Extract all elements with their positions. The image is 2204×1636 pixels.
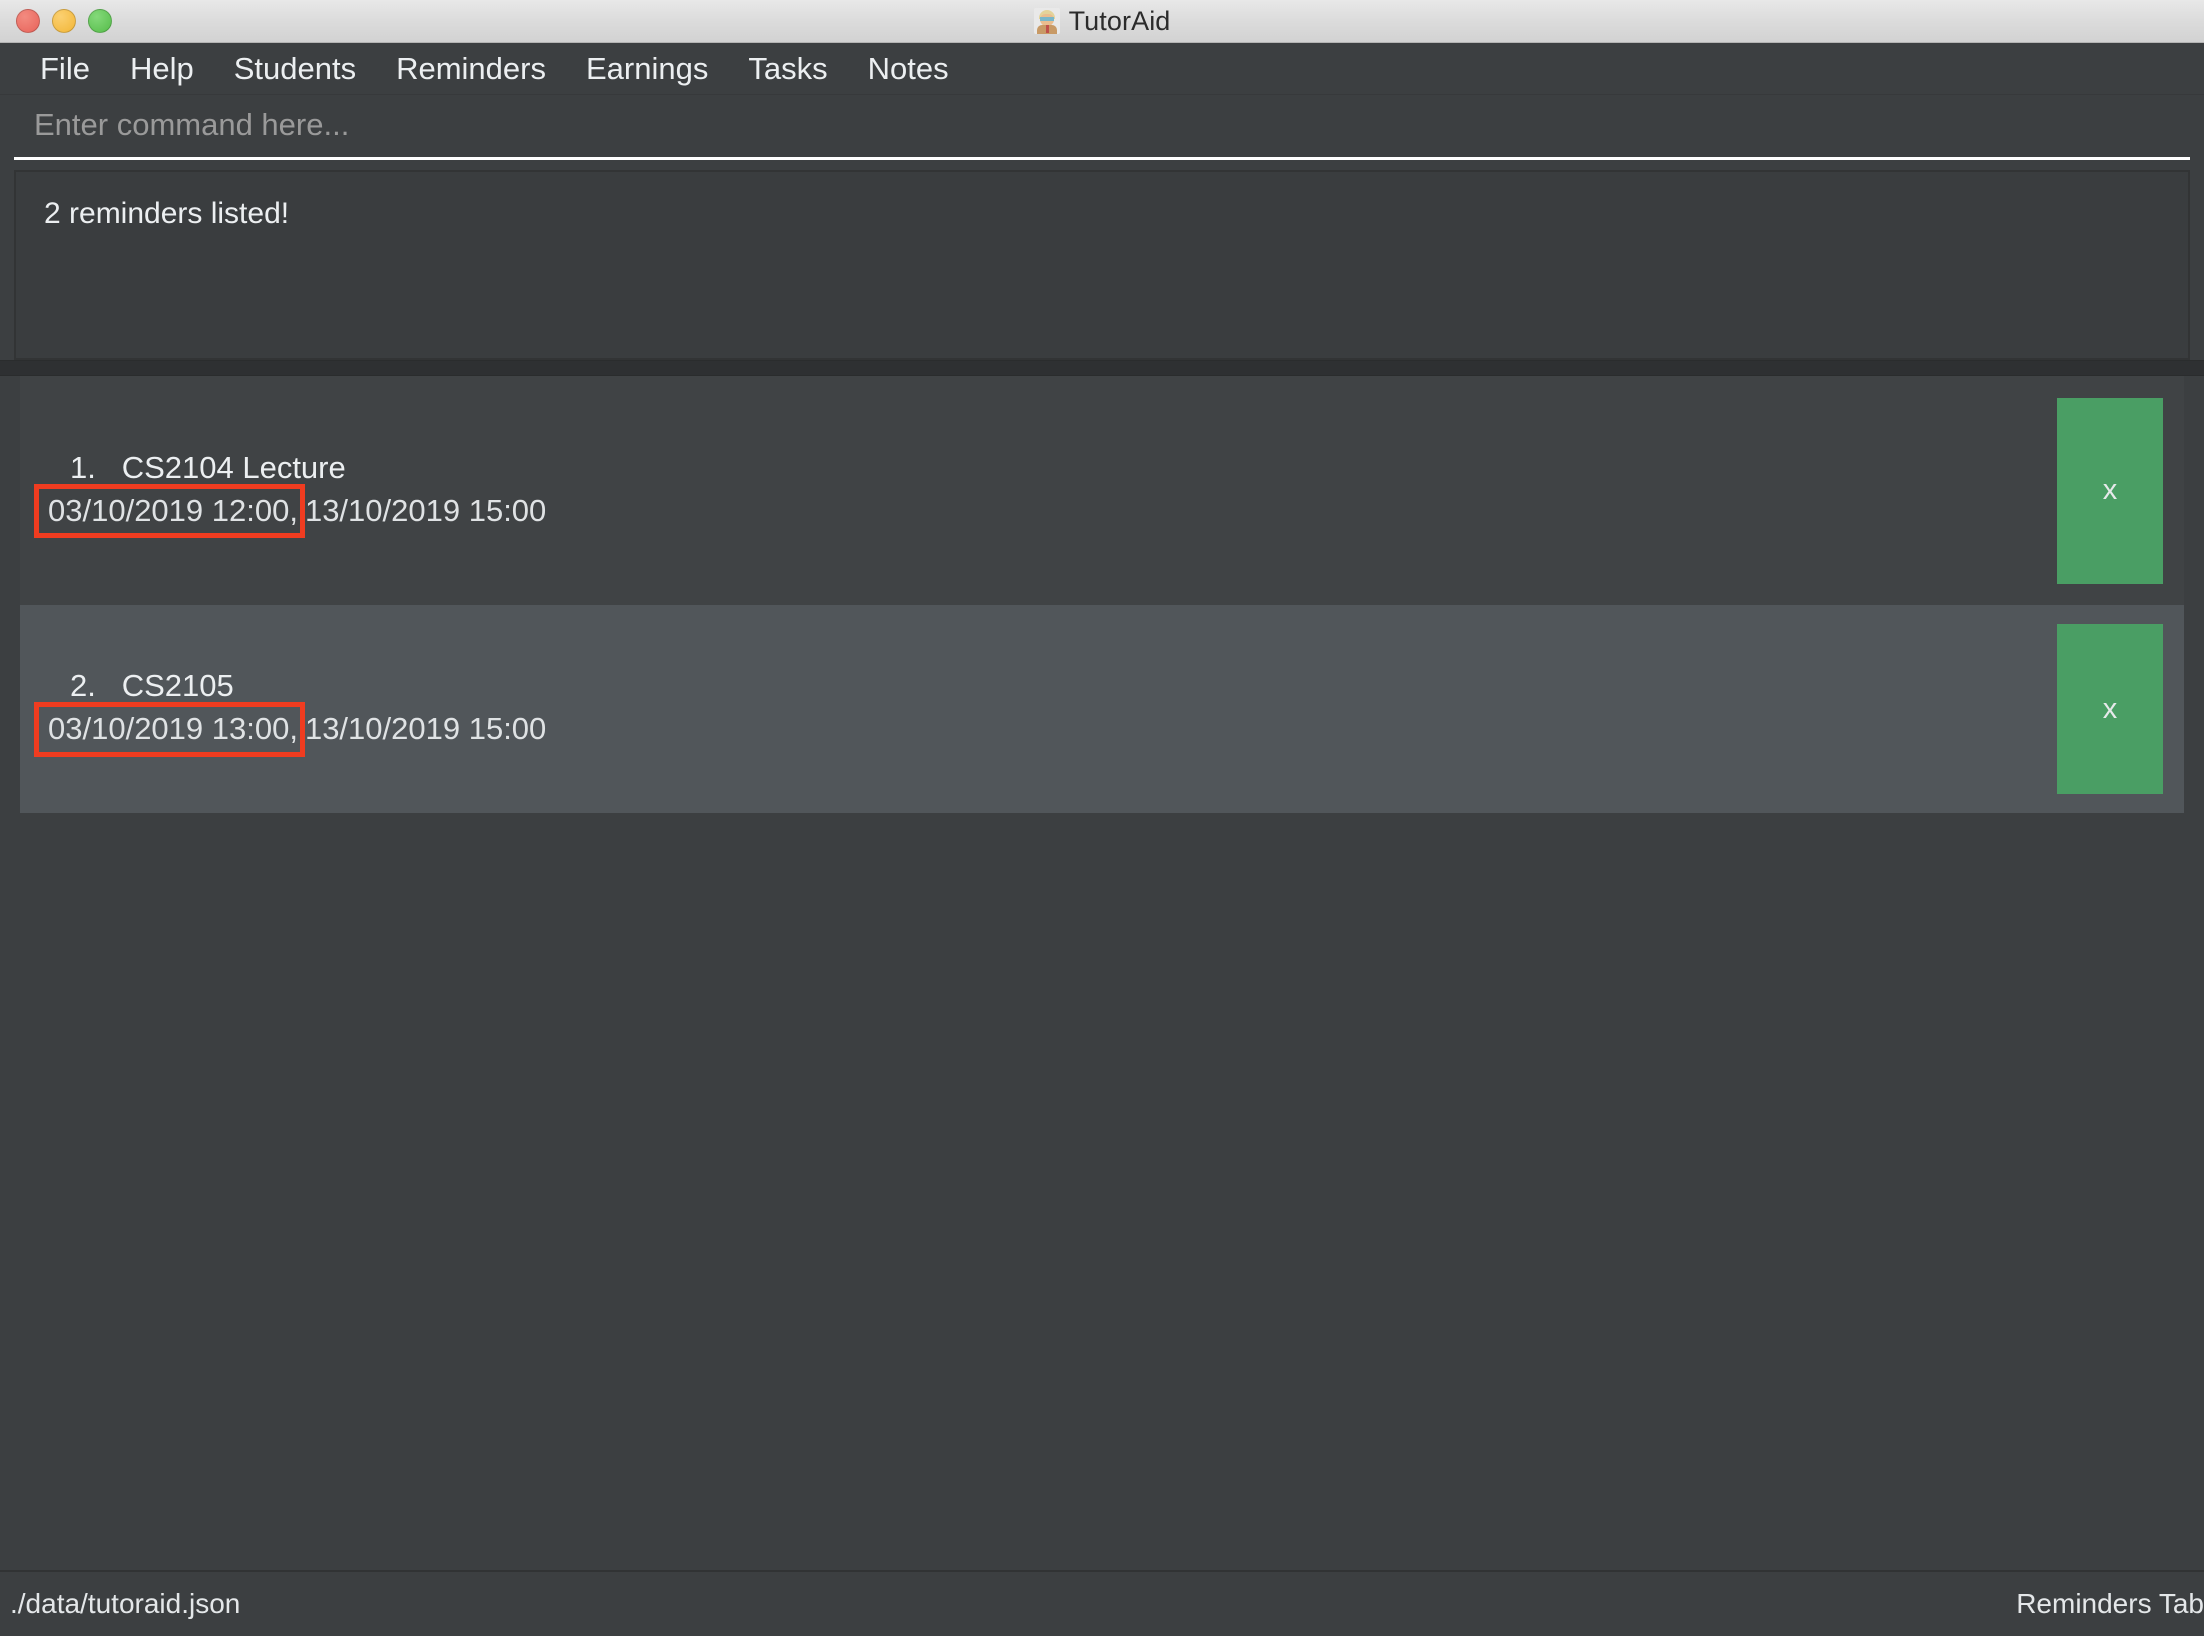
- command-box: [0, 95, 2204, 160]
- reminder-card-body: 2. CS2105 03/10/2019 13:00, 13/10/2019 1…: [20, 666, 2057, 757]
- menu-item-notes[interactable]: Notes: [848, 49, 969, 88]
- reminder-list[interactable]: 1. CS2104 Lecture 03/10/2019 12:00, 13/1…: [0, 376, 2204, 1570]
- result-display-panel: 2 reminders listed!: [14, 170, 2190, 360]
- tutor-avatar-icon: [1033, 8, 1060, 34]
- menu-item-students[interactable]: Students: [214, 49, 376, 88]
- result-message: 2 reminders listed!: [44, 197, 290, 230]
- result-display-wrapper: 2 reminders listed!: [0, 160, 2204, 360]
- statusbar: ./data/tutoraid.json Reminders Tab: [0, 1570, 2204, 1636]
- current-tab-status: Reminders Tab: [2016, 1588, 2204, 1619]
- menu-item-reminders[interactable]: Reminders: [376, 49, 566, 88]
- window-title: TutorAid: [1068, 5, 1171, 36]
- minimize-window-button[interactable]: [52, 9, 76, 33]
- reminder-datetime-line: 03/10/2019 12:00, 13/10/2019 15:00: [34, 483, 2057, 539]
- reminder-title-line: 2. CS2105: [48, 666, 2057, 707]
- list-item[interactable]: 2. CS2105 03/10/2019 13:00, 13/10/2019 1…: [20, 605, 2184, 813]
- reminder-index: 1.: [70, 449, 96, 485]
- panel-divider: [0, 360, 2204, 376]
- reminder-datetime-line: 03/10/2019 13:00, 13/10/2019 15:00: [34, 702, 2057, 757]
- reminder-card-body: 1. CS2104 Lecture 03/10/2019 12:00, 13/1…: [20, 448, 2057, 539]
- menu-item-tasks[interactable]: Tasks: [728, 49, 847, 88]
- command-input[interactable]: [14, 100, 2190, 160]
- list-item[interactable]: 1. CS2104 Lecture 03/10/2019 12:00, 13/1…: [20, 376, 2184, 605]
- menu-item-help[interactable]: Help: [110, 49, 214, 88]
- reminder-index: 2.: [70, 668, 96, 704]
- menubar: File Help Students Reminders Earnings Ta…: [0, 43, 2204, 95]
- close-window-button[interactable]: [16, 9, 40, 33]
- delete-reminder-button[interactable]: x: [2057, 624, 2163, 794]
- menu-item-file[interactable]: File: [20, 49, 110, 88]
- window-title-group: TutorAid: [0, 0, 2204, 42]
- reminder-title-line: 1. CS2104 Lecture: [48, 448, 2057, 489]
- menu-item-earnings[interactable]: Earnings: [566, 49, 728, 88]
- reminder-end-datetime: 13/10/2019 15:00: [304, 711, 547, 746]
- reminder-end-datetime: 13/10/2019 15:00: [304, 492, 547, 528]
- app-window: TutorAid File Help Students Reminders Ea…: [0, 0, 2204, 1636]
- reminder-start-datetime-highlight: 03/10/2019 13:00,: [34, 702, 305, 757]
- delete-reminder-button[interactable]: x: [2057, 397, 2163, 584]
- zoom-window-button[interactable]: [88, 9, 112, 33]
- save-location-status: ./data/tutoraid.json: [10, 1588, 241, 1619]
- titlebar: TutorAid: [0, 0, 2204, 43]
- reminder-name: CS2104 Lecture: [121, 449, 346, 485]
- reminder-name: CS2105: [121, 668, 234, 704]
- reminder-start-datetime-highlight: 03/10/2019 12:00,: [34, 483, 305, 539]
- traffic-light-group: [16, 9, 112, 33]
